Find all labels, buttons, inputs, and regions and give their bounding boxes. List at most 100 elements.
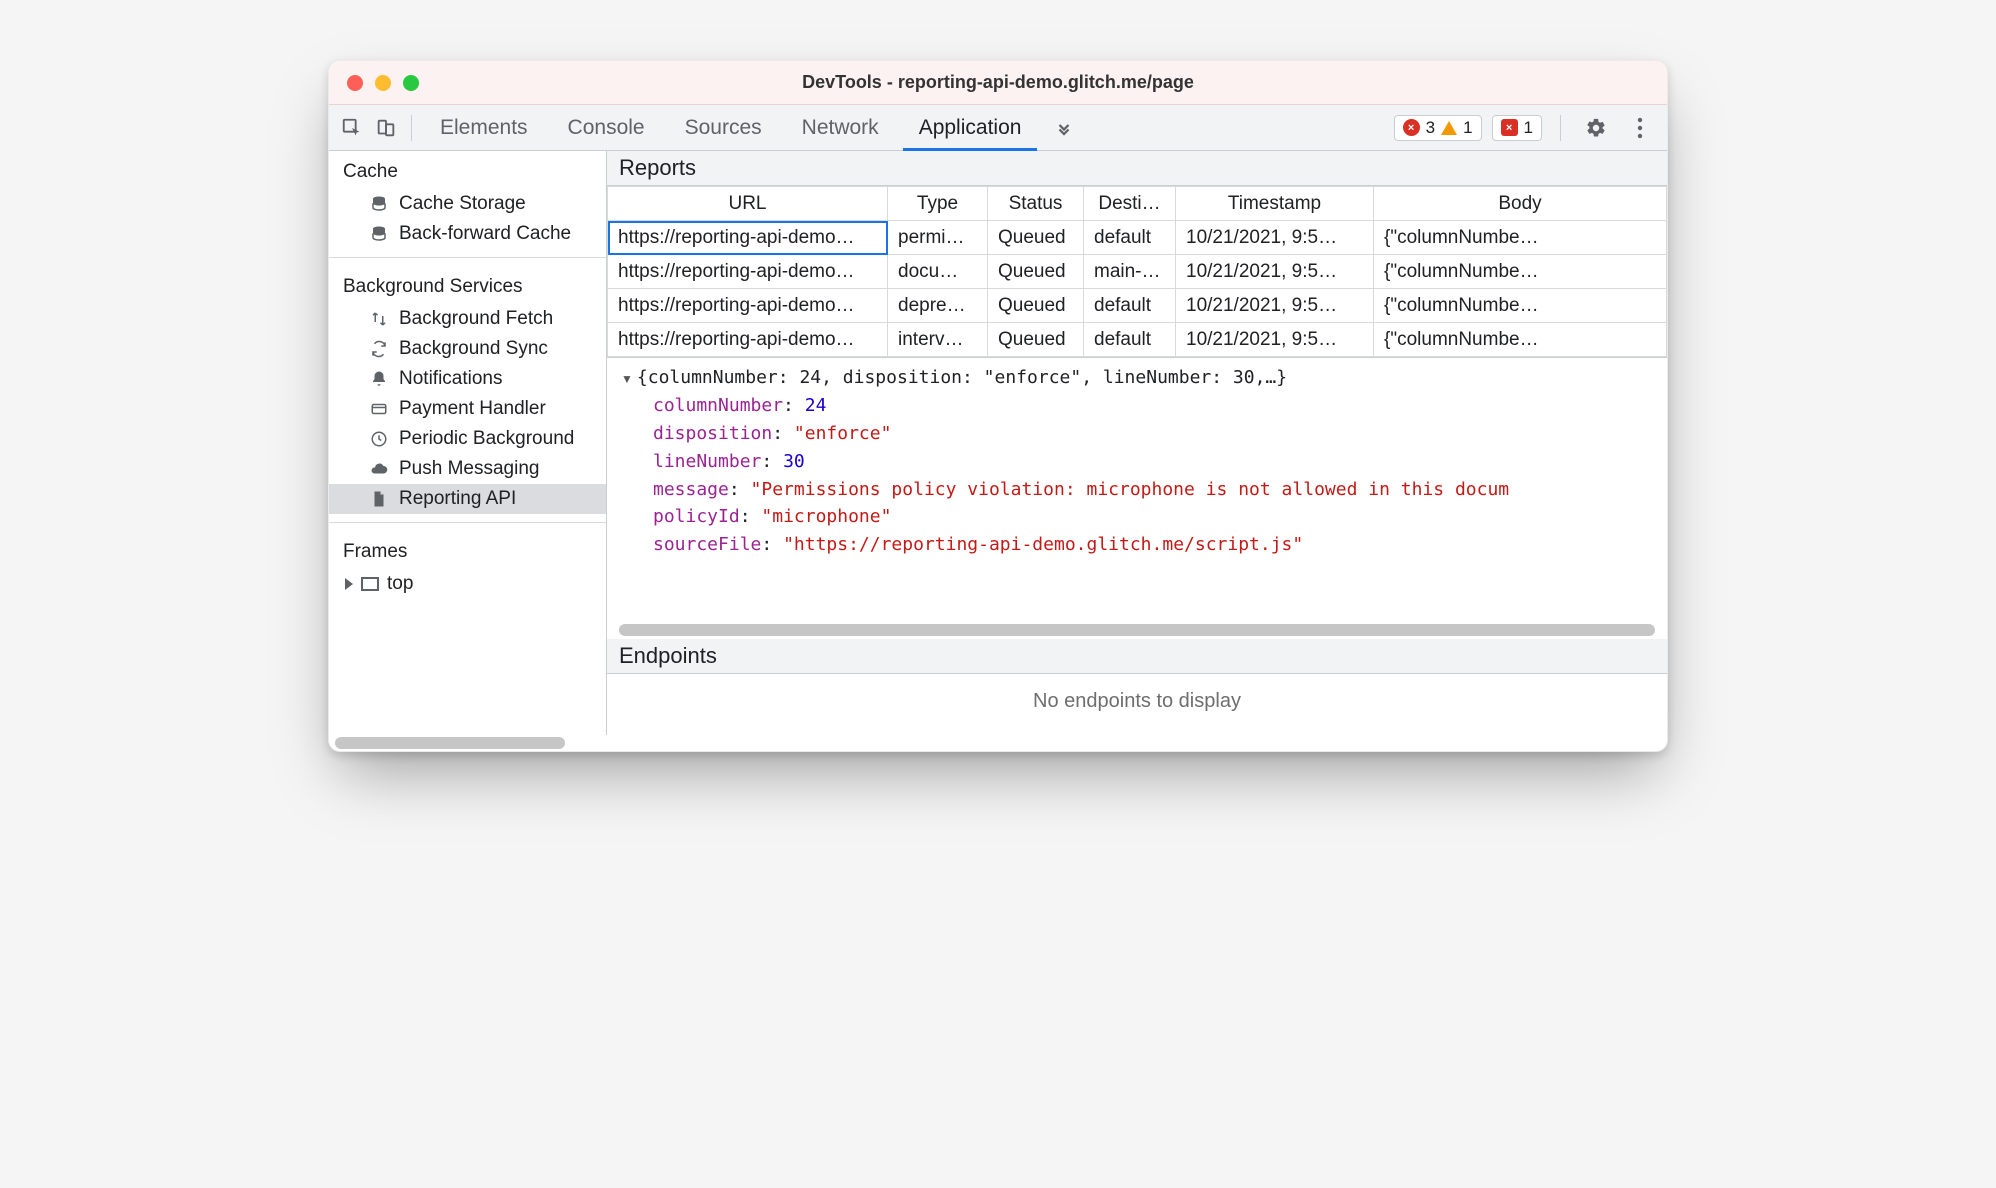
sidebar-item-periodic-background-sync[interactable]: Periodic Background — [329, 424, 606, 454]
sidebar-item-reporting-api[interactable]: Reporting API — [329, 484, 606, 514]
horizontal-scrollbar[interactable] — [607, 621, 1667, 639]
sidebar-scrollbar[interactable] — [329, 735, 1667, 751]
tab-network[interactable]: Network — [782, 105, 899, 150]
window-title: DevTools - reporting-api-demo.glitch.me/… — [329, 72, 1667, 93]
sidebar-item-notifications[interactable]: Notifications — [329, 364, 606, 394]
settings-icon[interactable] — [1579, 117, 1613, 139]
cell-status: Queued — [988, 255, 1084, 289]
reports-table: URL Type Status Desti… Timestamp Body ht… — [607, 186, 1667, 357]
sidebar-item-frame-top[interactable]: top — [329, 569, 606, 599]
cell-url: https://reporting-api-demo… — [608, 323, 888, 357]
devtools-tabbar: Elements Console Sources Network Applica… — [329, 105, 1667, 151]
main-split: Cache Cache Storage Back-forward Cache B… — [329, 151, 1667, 735]
section-cache: Cache — [329, 151, 606, 189]
cell-destination: default — [1084, 323, 1176, 357]
col-url[interactable]: URL — [608, 187, 888, 221]
panel-tabs: Elements Console Sources Network Applica… — [420, 105, 1087, 150]
cell-status: Queued — [988, 323, 1084, 357]
status-badges: × 3 1 × 1 — [1394, 105, 1661, 150]
col-timestamp[interactable]: Timestamp — [1176, 187, 1374, 221]
col-destination[interactable]: Desti… — [1084, 187, 1176, 221]
cell-timestamp: 10/21/2021, 9:5… — [1176, 221, 1374, 255]
col-status[interactable]: Status — [988, 187, 1084, 221]
sidebar-item-cache-storage[interactable]: Cache Storage — [329, 189, 606, 219]
sidebar-item-back-forward-cache[interactable]: Back-forward Cache — [329, 219, 606, 249]
application-content: Reports URL Type Status Desti… Timestamp… — [607, 151, 1667, 735]
issues-count: 1 — [1524, 118, 1533, 138]
scrollbar-thumb[interactable] — [335, 737, 565, 749]
cell-body: {"columnNumbe… — [1374, 289, 1667, 323]
col-body[interactable]: Body — [1374, 187, 1667, 221]
frame-icon — [361, 577, 379, 591]
console-errors-badge[interactable]: × 3 1 — [1394, 115, 1482, 141]
cell-type: docu… — [888, 255, 988, 289]
database-icon — [369, 224, 389, 244]
titlebar: DevTools - reporting-api-demo.glitch.me/… — [329, 61, 1667, 105]
cell-type: permi… — [888, 221, 988, 255]
table-row[interactable]: https://reporting-api-demo…depre…Queuedd… — [608, 289, 1667, 323]
cell-destination: default — [1084, 289, 1176, 323]
sidebar-item-label: top — [387, 573, 413, 595]
sidebar-item-label: Cache Storage — [399, 193, 526, 215]
issues-badge[interactable]: × 1 — [1492, 115, 1542, 141]
sidebar-item-label: Payment Handler — [399, 398, 546, 420]
tab-sources[interactable]: Sources — [665, 105, 782, 150]
sidebar-item-background-sync[interactable]: Background Sync — [329, 334, 606, 364]
table-row[interactable]: https://reporting-api-demo…permi…Queuedd… — [608, 221, 1667, 255]
cell-url: https://reporting-api-demo… — [608, 221, 888, 255]
kebab-menu-icon[interactable] — [1623, 117, 1657, 139]
cloud-icon — [369, 459, 389, 479]
sidebar-item-push-messaging[interactable]: Push Messaging — [329, 454, 606, 484]
expand-icon — [345, 578, 353, 590]
sidebar-item-label: Periodic Background — [399, 428, 574, 450]
error-icon: × — [1403, 119, 1420, 136]
errors-count: 3 — [1426, 118, 1435, 138]
cell-destination: default — [1084, 221, 1176, 255]
sidebar-item-label: Notifications — [399, 368, 503, 390]
cell-type: depre… — [888, 289, 988, 323]
cell-timestamp: 10/21/2021, 9:5… — [1176, 255, 1374, 289]
application-sidebar: Cache Cache Storage Back-forward Cache B… — [329, 151, 607, 735]
endpoints-title: Endpoints — [607, 639, 1667, 674]
document-icon — [369, 489, 389, 509]
collapse-icon[interactable]: ▼ — [621, 372, 633, 386]
warning-icon — [1441, 121, 1457, 135]
database-icon — [369, 194, 389, 214]
scrollbar-thumb[interactable] — [619, 624, 1655, 636]
devtools-window: DevTools - reporting-api-demo.glitch.me/… — [328, 60, 1668, 752]
inspect-element-icon[interactable] — [335, 105, 369, 151]
cell-body: {"columnNumbe… — [1374, 323, 1667, 357]
cell-timestamp: 10/21/2021, 9:5… — [1176, 323, 1374, 357]
sidebar-item-label: Back-forward Cache — [399, 223, 571, 245]
endpoints-empty-state: No endpoints to display — [607, 674, 1667, 735]
sidebar-item-label: Reporting API — [399, 488, 516, 510]
more-tabs-icon[interactable] — [1041, 105, 1087, 150]
reports-title: Reports — [607, 151, 1667, 186]
cell-status: Queued — [988, 289, 1084, 323]
clock-icon — [369, 429, 389, 449]
cell-body: {"columnNumbe… — [1374, 255, 1667, 289]
cell-body: {"columnNumbe… — [1374, 221, 1667, 255]
issue-icon: × — [1501, 119, 1518, 136]
tab-elements[interactable]: Elements — [420, 105, 548, 150]
transfer-icon — [369, 309, 389, 329]
device-toggle-icon[interactable] — [369, 105, 403, 151]
tab-application[interactable]: Application — [899, 105, 1042, 150]
sidebar-item-payment-handler[interactable]: Payment Handler — [329, 394, 606, 424]
sidebar-item-label: Push Messaging — [399, 458, 539, 480]
table-row[interactable]: https://reporting-api-demo…docu…Queuedma… — [608, 255, 1667, 289]
col-type[interactable]: Type — [888, 187, 988, 221]
sidebar-item-background-fetch[interactable]: Background Fetch — [329, 304, 606, 334]
cell-url: https://reporting-api-demo… — [608, 255, 888, 289]
tab-console[interactable]: Console — [548, 105, 665, 150]
report-body-viewer[interactable]: ▼{columnNumber: 24, disposition: "enforc… — [607, 357, 1667, 621]
cell-destination: main-… — [1084, 255, 1176, 289]
table-row[interactable]: https://reporting-api-demo…interv…Queued… — [608, 323, 1667, 357]
credit-card-icon — [369, 399, 389, 419]
sidebar-item-label: Background Fetch — [399, 308, 553, 330]
bell-icon — [369, 369, 389, 389]
sync-icon — [369, 339, 389, 359]
sidebar-item-label: Background Sync — [399, 338, 548, 360]
section-background-services: Background Services — [329, 266, 606, 304]
cell-status: Queued — [988, 221, 1084, 255]
